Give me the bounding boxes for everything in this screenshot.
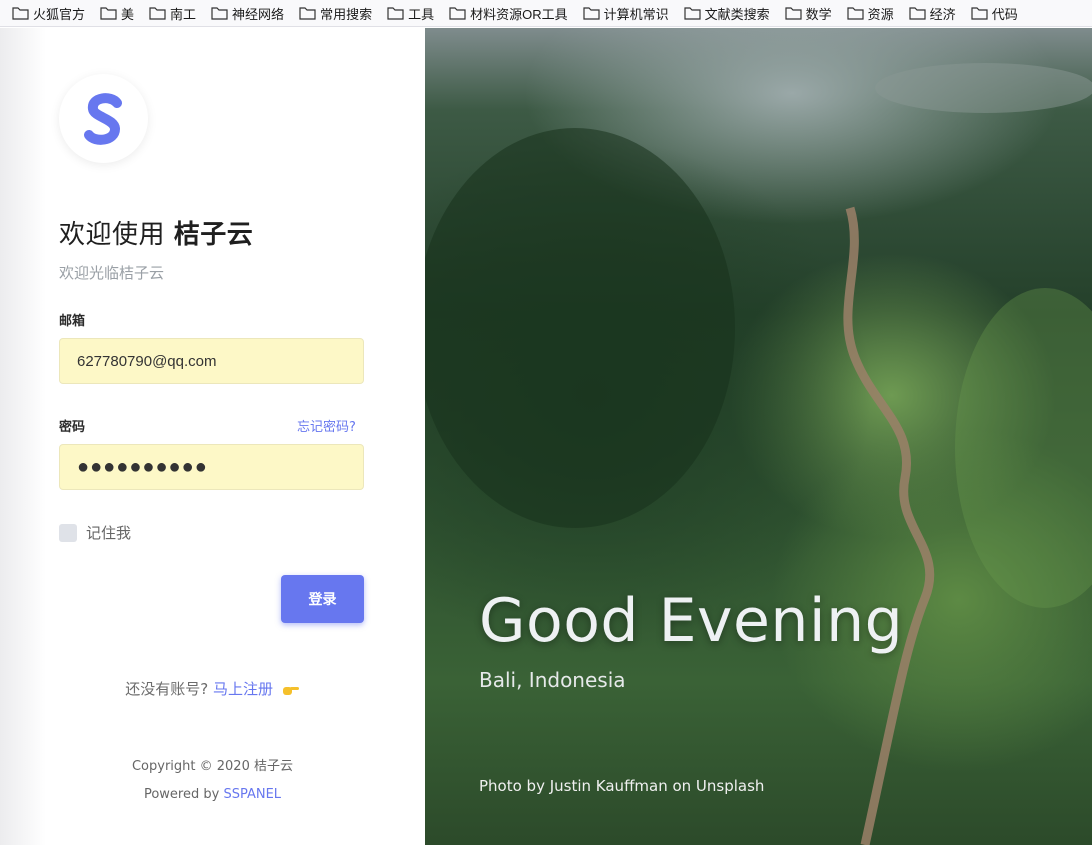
bookmark-label: 经济 (929, 6, 956, 22)
login-panel: 欢迎使用 桔子云 欢迎光临桔子云 邮箱 627780790@qq.com 密码 … (0, 28, 425, 845)
folder-icon (211, 7, 228, 20)
s-logo-icon (83, 92, 122, 145)
powered-prefix: Powered by (143, 787, 220, 802)
folder-icon (583, 7, 600, 20)
register-link[interactable]: 马上注册 (213, 680, 273, 698)
bookmarks-toolbar: 火狐官方 美 南工 神经网络 常用搜索 工具 材料资源OR工具 计算机常识 文献… (0, 0, 1092, 27)
bookmark-folder[interactable]: 南工 (149, 4, 196, 23)
password-field[interactable]: ●●●●●●●●●● (59, 444, 364, 490)
pointing-hand-icon (282, 686, 299, 695)
folder-icon (449, 7, 466, 20)
folder-icon (847, 7, 864, 20)
hero-background-photo: Good Evening Bali, Indonesia Photo by Ju… (425, 28, 1092, 845)
password-label: 密码 (59, 420, 86, 435)
sspanel-link[interactable]: SSPANEL (223, 787, 281, 802)
email-value: 627780790@qq.com (77, 352, 217, 370)
bookmark-folder[interactable]: 数学 (785, 4, 832, 23)
page-title: 欢迎使用 桔子云 (59, 214, 253, 251)
bookmark-folder[interactable]: 美 (100, 4, 134, 23)
bookmark-folder[interactable]: 神经网络 (211, 4, 284, 23)
bookmark-label: 材料资源OR工具 (470, 6, 568, 22)
brand-logo (59, 74, 148, 163)
remember-label: 记住我 (86, 524, 132, 542)
bookmark-folder[interactable]: 资源 (847, 4, 894, 23)
bookmark-folder[interactable]: 代码 (971, 4, 1018, 23)
bookmark-label: 计算机常识 (603, 6, 669, 22)
bookmark-folder[interactable]: 火狐官方 (12, 4, 85, 23)
location-text: Bali, Indonesia (479, 668, 626, 692)
password-mask: ●●●●●●●●●● (77, 455, 208, 478)
folder-icon (684, 7, 701, 20)
greeting-heading: Good Evening (479, 586, 904, 656)
folder-icon (971, 7, 988, 20)
bookmark-label: 美 (121, 6, 135, 22)
folder-icon (387, 7, 404, 20)
bookmark-folder[interactable]: 工具 (387, 4, 434, 23)
bookmark-folder[interactable]: 文献类搜索 (684, 4, 770, 23)
title-prefix: 欢迎使用 (59, 220, 166, 250)
folder-icon (12, 7, 29, 20)
folder-icon (299, 7, 316, 20)
folder-icon (149, 7, 166, 20)
bookmark-label: 南工 (170, 6, 197, 22)
bookmark-label: 火狐官方 (33, 6, 86, 22)
remember-me[interactable]: 记住我 (59, 522, 131, 543)
login-button[interactable]: 登录 (281, 575, 364, 623)
forgot-password-link[interactable]: 忘记密码? (297, 416, 356, 435)
register-prompt-text: 还没有账号? (125, 680, 209, 698)
bookmark-folder[interactable]: 常用搜索 (299, 4, 372, 23)
bookmark-label: 常用搜索 (320, 6, 373, 22)
bookmark-label: 代码 (991, 6, 1018, 22)
folder-icon (100, 7, 117, 20)
bookmark-label: 工具 (408, 6, 435, 22)
bookmark-label: 数学 (805, 6, 832, 22)
page-subtitle: 欢迎光临桔子云 (59, 264, 165, 282)
folder-icon (909, 7, 926, 20)
bookmark-folder[interactable]: 材料资源OR工具 (449, 4, 568, 23)
email-label: 邮箱 (59, 314, 86, 329)
bookmark-label: 资源 (867, 6, 894, 22)
email-field[interactable]: 627780790@qq.com (59, 338, 364, 384)
copyright-text: Copyright © 2020 桔子云 (131, 759, 293, 774)
bookmark-folder[interactable]: 经济 (909, 4, 956, 23)
folder-icon (785, 7, 802, 20)
title-brand: 桔子云 (173, 220, 254, 250)
register-prompt: 还没有账号? 马上注册 (0, 678, 425, 699)
bookmark-label: 神经网络 (232, 6, 285, 22)
powered-by: Powered by SSPANEL (0, 787, 425, 802)
trail-illustration (425, 63, 1092, 845)
photo-credit: Photo by Justin Kauffman on Unsplash (479, 777, 765, 795)
bookmark-folder[interactable]: 计算机常识 (583, 4, 669, 23)
bookmark-label: 文献类搜索 (704, 6, 770, 22)
remember-checkbox[interactable] (59, 523, 77, 542)
